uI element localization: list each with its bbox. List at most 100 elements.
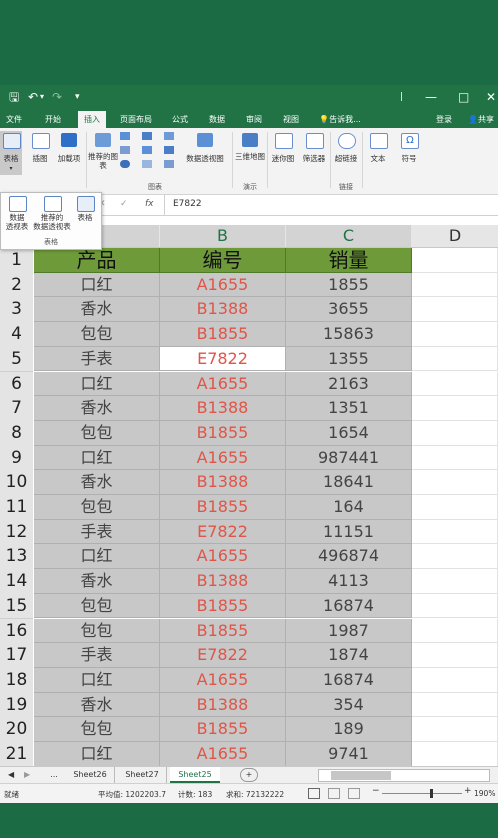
share-button[interactable]: 👤共享 [464, 111, 498, 128]
cell-empty-d[interactable] [412, 322, 498, 347]
cell-product[interactable]: 香水 [34, 569, 160, 594]
row-header[interactable]: 9 [0, 445, 33, 472]
hierarchy-chart-icon[interactable] [164, 132, 174, 140]
cell-empty-d[interactable] [412, 717, 498, 742]
zoom-in-button[interactable]: + [464, 786, 472, 796]
text-button[interactable]: 文本 [365, 131, 391, 175]
cell-code[interactable]: B1388 [160, 396, 286, 421]
normal-view-icon[interactable] [308, 788, 320, 799]
row-header[interactable]: 15 [0, 593, 33, 620]
cell-empty-d[interactable] [412, 420, 498, 446]
insert-function-icon[interactable]: fx [145, 199, 154, 209]
row-header[interactable]: 19 [0, 692, 33, 719]
tab-view[interactable]: 视图 [278, 111, 304, 128]
cell-sales[interactable]: 1654 [286, 420, 412, 446]
row-header[interactable]: 5 [0, 346, 33, 373]
zoom-slider[interactable] [382, 789, 462, 798]
tab-formulas[interactable]: 公式 [168, 111, 192, 128]
cell-sales[interactable]: 11151 [286, 519, 412, 545]
cell-product[interactable]: 香水 [34, 396, 160, 421]
scroll-left-icon[interactable]: ◀ [8, 770, 14, 779]
more-sheets-button[interactable]: ... [44, 767, 64, 783]
cell-empty-d[interactable] [412, 519, 498, 545]
cell-code[interactable]: E7822 [160, 643, 286, 668]
cell-empty-d[interactable] [412, 470, 498, 495]
row-header[interactable]: 11 [0, 495, 33, 521]
cell-empty-d[interactable] [412, 297, 498, 323]
cell-product[interactable]: 口红 [34, 544, 160, 570]
line-chart-icon[interactable] [120, 146, 130, 154]
cell-sales[interactable]: 1355 [286, 346, 412, 372]
page-break-view-icon[interactable] [348, 788, 360, 799]
sheet-tab-sheet27[interactable]: Sheet27 [118, 767, 167, 783]
cell-sales[interactable]: 164 [286, 495, 412, 520]
column-header-d[interactable]: D [412, 225, 498, 247]
cell-product[interactable]: 香水 [34, 297, 160, 323]
row-header[interactable]: 14 [0, 569, 33, 595]
filters-button[interactable]: 筛选器 [300, 131, 328, 175]
cell-code[interactable]: B1388 [160, 470, 286, 495]
maximize-button[interactable]: □ [458, 89, 469, 105]
cell-sales[interactable]: 18641 [286, 470, 412, 495]
cell-code[interactable]: A1655 [160, 371, 286, 397]
cell-code[interactable]: A1655 [160, 272, 286, 298]
cell-product[interactable]: 包包 [34, 322, 160, 347]
cell-sales[interactable]: 16874 [286, 593, 412, 619]
row-header[interactable]: 7 [0, 396, 33, 422]
cell-sales[interactable]: 16874 [286, 667, 412, 693]
row-header[interactable]: 6 [0, 371, 33, 398]
header-cell-code[interactable]: 编号 [160, 248, 286, 273]
cell-product[interactable]: 包包 [34, 420, 160, 446]
cell-empty-d[interactable] [412, 371, 498, 397]
page-layout-view-icon[interactable] [328, 788, 340, 799]
tab-data[interactable]: 数据 [204, 111, 230, 128]
cell-sales[interactable]: 3655 [286, 297, 412, 323]
cell-code[interactable]: B1388 [160, 297, 286, 323]
scatter-chart-icon[interactable] [142, 160, 152, 168]
symbols-button[interactable]: Ω 符号 [396, 131, 422, 175]
row-header[interactable]: 4 [0, 322, 33, 348]
cell-product[interactable]: 手表 [34, 643, 160, 668]
combo-chart-icon[interactable] [164, 160, 174, 168]
cell-empty-d[interactable] [412, 495, 498, 520]
redo-icon[interactable]: ↷ [52, 89, 62, 105]
pivot-chart-button[interactable]: 数据透视图 [183, 131, 227, 175]
cell-empty-d[interactable] [412, 667, 498, 693]
cell-sales[interactable]: 1874 [286, 643, 412, 668]
table-button[interactable]: 表格 ▾ [0, 131, 22, 175]
tell-me-box[interactable]: 💡告诉我... [314, 111, 366, 128]
row-header[interactable]: 3 [0, 297, 33, 324]
cell-product[interactable]: 口红 [34, 272, 160, 298]
cell-code[interactable]: A1655 [160, 667, 286, 693]
sign-in-link[interactable]: 登录 [432, 111, 456, 128]
cell-sales[interactable]: 496874 [286, 544, 412, 570]
cell-empty-d[interactable] [412, 544, 498, 570]
cell-empty-d[interactable] [412, 618, 498, 644]
row-header[interactable]: 21 [0, 742, 33, 768]
cell-code[interactable]: B1855 [160, 322, 286, 347]
cell-product[interactable]: 包包 [34, 495, 160, 520]
cell-sales[interactable]: 9741 [286, 742, 412, 767]
cell-product[interactable]: 口红 [34, 667, 160, 693]
active-cell[interactable]: E7822 [160, 346, 286, 372]
illustrations-button[interactable]: 插图 [28, 131, 52, 175]
ribbon-display-options-icon[interactable]: | [400, 89, 403, 105]
formula-input[interactable]: E7822 [164, 195, 498, 215]
waterfall-chart-icon[interactable] [164, 146, 174, 154]
row-header[interactable]: 12 [0, 519, 33, 546]
worksheet-grid[interactable]: 1 产品 编号 销量 2 口红 A1655 1855 3 香水 B1388 3655 4 包包 B1855 1… [0, 248, 498, 768]
cell-product[interactable]: 手表 [34, 519, 160, 545]
cell-code[interactable]: B1855 [160, 717, 286, 742]
insert-table-button[interactable]: 表格 [71, 196, 99, 230]
row-header[interactable]: 20 [0, 717, 33, 743]
bar-chart-icon[interactable] [142, 132, 152, 140]
cell-empty-d[interactable] [412, 742, 498, 767]
column-header-b[interactable]: B [160, 225, 285, 247]
header-cell-product[interactable]: 产品 [34, 248, 160, 273]
cell-product[interactable]: 香水 [34, 470, 160, 495]
hyperlink-button[interactable]: 超链接 [332, 131, 360, 175]
row-header[interactable]: 17 [0, 643, 33, 669]
cell-code[interactable]: B1855 [160, 420, 286, 446]
tab-insert[interactable]: 插入 [78, 111, 106, 128]
save-icon[interactable]: 🖫 [9, 89, 19, 105]
